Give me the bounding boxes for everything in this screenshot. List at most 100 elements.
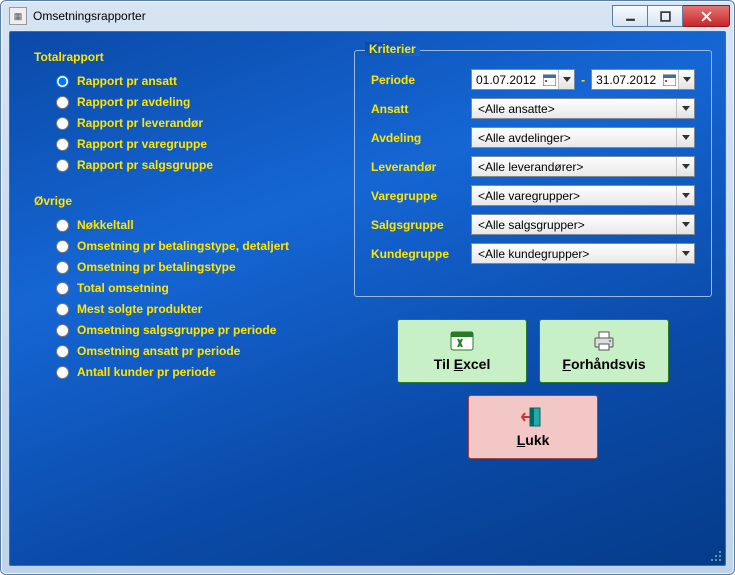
radio-input[interactable] <box>56 96 69 109</box>
ansatt-combo[interactable]: <Alle ansatte> <box>471 98 695 119</box>
left-column: Totalrapport Rapport pr ansattRapport pr… <box>30 50 330 551</box>
resize-grip[interactable] <box>709 549 723 563</box>
calendar-icon <box>540 70 558 89</box>
lukk-button[interactable]: Lukk <box>468 395 598 459</box>
radio-label: Rapport pr salgsgruppe <box>77 158 213 172</box>
radio-label: Omsetning pr betalingstype <box>77 260 236 274</box>
window-buttons <box>612 5 730 27</box>
totalrapport-item[interactable]: Rapport pr ansatt <box>56 74 330 88</box>
close-icon <box>701 11 712 22</box>
excel-icon <box>448 330 476 352</box>
row-salgsgruppe: Salgsgruppe<Alle salgsgrupper> <box>371 214 695 235</box>
radio-input[interactable] <box>56 240 69 253</box>
lukk-label: Lukk <box>517 432 550 448</box>
printer-icon <box>590 330 618 352</box>
right-column: Kriterier Periode 01.07.2012 - <box>354 50 712 551</box>
radio-input[interactable] <box>56 75 69 88</box>
radio-input[interactable] <box>56 261 69 274</box>
window-frame: ▦ Omsetningsrapporter Totalrapport Rappo… <box>0 0 735 575</box>
radio-label: Omsetning ansatt pr periode <box>77 344 240 358</box>
excel-label: Til Excel <box>434 356 491 372</box>
label-varegruppe: Varegruppe <box>371 189 471 203</box>
ansatt-value: <Alle ansatte> <box>472 102 676 116</box>
radio-input[interactable] <box>56 366 69 379</box>
salgsgruppe-value: <Alle salgsgrupper> <box>472 218 676 232</box>
radio-label: Nøkkeltall <box>77 218 134 232</box>
window-title: Omsetningsrapporter <box>33 9 612 23</box>
ovrige-item[interactable]: Mest solgte produkter <box>56 302 330 316</box>
ovrige-item[interactable]: Omsetning pr betalingstype, detaljert <box>56 239 330 253</box>
exit-icon <box>519 406 547 428</box>
radio-input[interactable] <box>56 345 69 358</box>
radio-input[interactable] <box>56 159 69 172</box>
row-ansatt: Ansatt<Alle ansatte> <box>371 98 695 119</box>
totalrapport-item[interactable]: Rapport pr varegruppe <box>56 137 330 151</box>
forhandsvis-label: Forhåndsvis <box>562 356 645 372</box>
periode-from-value: 01.07.2012 <box>472 73 540 87</box>
dropdown-icon <box>676 215 694 234</box>
ovrige-item[interactable]: Omsetning pr betalingstype <box>56 260 330 274</box>
ovrige-item[interactable]: Omsetning salgsgruppe pr periode <box>56 323 330 337</box>
totalrapport-item[interactable]: Rapport pr leverandør <box>56 116 330 130</box>
radio-label: Rapport pr avdeling <box>77 95 190 109</box>
radio-label: Rapport pr ansatt <box>77 74 177 88</box>
client-area: Totalrapport Rapport pr ansattRapport pr… <box>9 31 726 566</box>
minimize-icon <box>625 11 636 22</box>
varegruppe-combo[interactable]: <Alle varegrupper> <box>471 185 695 206</box>
totalrapport-item[interactable]: Rapport pr salgsgruppe <box>56 158 330 172</box>
excel-button[interactable]: Til Excel <box>397 319 527 383</box>
minimize-button[interactable] <box>612 5 648 27</box>
row-avdeling: Avdeling<Alle avdelinger> <box>371 127 695 148</box>
dropdown-icon <box>676 186 694 205</box>
periode-dash: - <box>581 73 585 87</box>
radio-input[interactable] <box>56 282 69 295</box>
ovrige-item[interactable]: Antall kunder pr periode <box>56 365 330 379</box>
kundegruppe-combo[interactable]: <Alle kundegrupper> <box>471 243 695 264</box>
label-kundegruppe: Kundegruppe <box>371 247 471 261</box>
ovrige-list: Nøkkeltall Omsetning pr betalingstype, de… <box>30 218 330 379</box>
periode-to-input[interactable]: 31.07.2012 <box>591 69 695 90</box>
maximize-button[interactable] <box>648 5 683 27</box>
row-kundegruppe: Kundegruppe<Alle kundegrupper> <box>371 243 695 264</box>
radio-label: Total omsetning <box>77 281 169 295</box>
radio-label: Rapport pr varegruppe <box>77 137 207 151</box>
radio-input[interactable] <box>56 324 69 337</box>
radio-input[interactable] <box>56 219 69 232</box>
close-button[interactable] <box>683 5 730 27</box>
totalrapport-item[interactable]: Rapport pr avdeling <box>56 95 330 109</box>
periode-to-value: 31.07.2012 <box>592 73 660 87</box>
label-periode: Periode <box>371 73 471 87</box>
radio-label: Omsetning salgsgruppe pr periode <box>77 323 276 337</box>
radio-label: Antall kunder pr periode <box>77 365 216 379</box>
label-avdeling: Avdeling <box>371 131 471 145</box>
radio-label: Rapport pr leverandør <box>77 116 203 130</box>
titlebar: ▦ Omsetningsrapporter <box>1 1 734 31</box>
salgsgruppe-combo[interactable]: <Alle salgsgrupper> <box>471 214 695 235</box>
ovrige-item[interactable]: Omsetning ansatt pr periode <box>56 344 330 358</box>
radio-input[interactable] <box>56 117 69 130</box>
varegruppe-value: <Alle varegrupper> <box>472 189 676 203</box>
ovrige-item[interactable]: Nøkkeltall <box>56 218 330 232</box>
maximize-icon <box>660 11 671 22</box>
dropdown-icon <box>676 157 694 176</box>
kriterier-legend: Kriterier <box>365 42 420 56</box>
leverandor-combo[interactable]: <Alle leverandører> <box>471 156 695 177</box>
row-leverandor: Leverandør<Alle leverandører> <box>371 156 695 177</box>
label-leverandor: Leverandør <box>371 160 471 174</box>
dropdown-icon <box>676 244 694 263</box>
row-periode: Periode 01.07.2012 - 31.07.2012 <box>371 69 695 90</box>
radio-input[interactable] <box>56 138 69 151</box>
action-row: Til Excel Forhåndsvis Lu <box>354 319 712 459</box>
avdeling-combo[interactable]: <Alle avdelinger> <box>471 127 695 148</box>
kundegruppe-value: <Alle kundegrupper> <box>472 247 676 261</box>
radio-input[interactable] <box>56 303 69 316</box>
label-salgsgruppe: Salgsgruppe <box>371 218 471 232</box>
dropdown-icon <box>558 70 574 89</box>
periode-from-input[interactable]: 01.07.2012 <box>471 69 575 90</box>
totalrapport-list: Rapport pr ansatt Rapport pr avdeling Rapp… <box>30 74 330 172</box>
dropdown-icon <box>676 99 694 118</box>
kriterier-group: Kriterier Periode 01.07.2012 - <box>354 50 712 297</box>
forhandsvis-button[interactable]: Forhåndsvis <box>539 319 669 383</box>
ovrige-item[interactable]: Total omsetning <box>56 281 330 295</box>
leverandor-value: <Alle leverandører> <box>472 160 676 174</box>
